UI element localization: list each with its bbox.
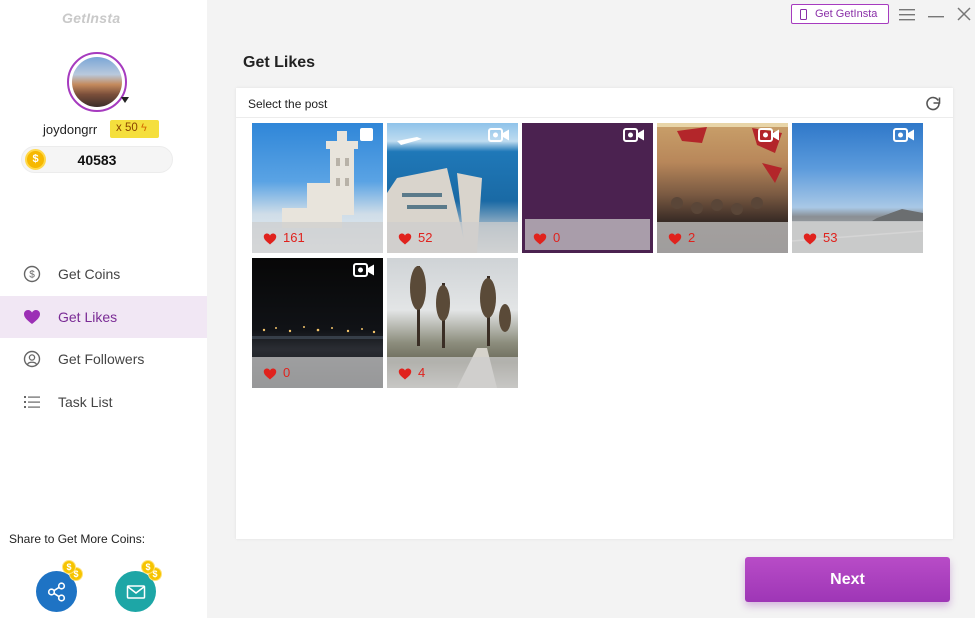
share-title: Share to Get More Coins: — [9, 532, 146, 546]
next-button[interactable]: Next — [745, 557, 950, 602]
close-icon — [957, 7, 971, 21]
post-thumbnail[interactable]: 0 — [252, 258, 383, 388]
nav-item-task-list[interactable]: Task List — [0, 381, 207, 423]
likes-count: 53 — [823, 230, 838, 245]
heart-icon — [533, 233, 547, 245]
post-thumbnail[interactable]: 161 — [252, 123, 383, 253]
level-badge-text: x 50 — [116, 122, 138, 134]
post-thumbnail[interactable]: 4 — [387, 258, 518, 388]
bonus-coins-icon: $ $ — [62, 560, 84, 582]
video-icon — [623, 128, 644, 142]
refresh-icon[interactable] — [924, 94, 942, 112]
coin-circle-icon: $ — [23, 265, 41, 283]
username: joydongrr — [43, 122, 98, 137]
mail-icon — [126, 584, 145, 599]
post-thumbnail[interactable]: 2 — [657, 123, 788, 253]
minimize-button[interactable] — [927, 4, 945, 24]
likes-count: 4 — [418, 365, 426, 380]
nav-item-get-coins[interactable]: $ Get Coins — [0, 253, 207, 295]
bolt-icon: ϟ — [140, 122, 147, 134]
likes-count: 161 — [283, 230, 305, 245]
bonus-coins-icon: $ $ — [141, 560, 163, 582]
likes-count: 2 — [688, 230, 696, 245]
minimize-icon — [928, 15, 944, 17]
app-logo: GetInsta — [62, 10, 121, 26]
likes-count: 0 — [283, 365, 291, 380]
avatar[interactable] — [67, 52, 127, 112]
close-button[interactable] — [955, 4, 973, 24]
share-icon — [47, 581, 65, 602]
likes-count: 0 — [553, 230, 561, 245]
svg-text:$: $ — [29, 270, 35, 281]
nav-item-label: Get Likes — [58, 309, 118, 325]
get-app-label: Get GetInsta — [815, 8, 878, 20]
panel-header: Select the post — [236, 88, 953, 118]
sidebar: GetInsta joydongrr x 50 ϟ $ 40583 $ Get … — [0, 0, 207, 618]
nav-item-label: Get Coins — [58, 266, 121, 282]
heart-icon — [263, 233, 277, 245]
phone-icon — [800, 8, 807, 20]
level-badge: x 50 ϟ — [110, 120, 159, 138]
post-thumbnail[interactable]: 53 — [792, 123, 923, 253]
list-icon — [23, 393, 41, 411]
get-app-button[interactable]: Get GetInsta — [791, 4, 889, 24]
post-selection-panel: Select the post 161 52 0 2 53 0 4 — [236, 88, 953, 539]
account-dropdown-icon[interactable] — [121, 97, 129, 103]
nav-item-get-likes[interactable]: Get Likes — [0, 296, 207, 338]
video-icon — [353, 263, 374, 277]
video-icon — [488, 128, 509, 142]
heart-icon — [803, 233, 817, 245]
heart-icon — [263, 368, 277, 380]
likes-count: 52 — [418, 230, 433, 245]
heart-icon — [398, 233, 412, 245]
avatar-image — [72, 57, 122, 107]
heart-icon — [398, 368, 412, 380]
post-thumbnail[interactable]: 52 — [387, 123, 518, 253]
nav-item-label: Task List — [58, 394, 113, 410]
video-icon — [893, 128, 914, 142]
heart-icon — [668, 233, 682, 245]
video-icon — [758, 128, 779, 142]
coin-balance: $ 40583 — [21, 146, 173, 173]
multiple-photos-icon — [360, 128, 373, 141]
post-thumbnail[interactable]: 0 — [522, 123, 653, 253]
nav-item-get-followers[interactable]: Get Followers — [0, 338, 207, 380]
page-title: Get Likes — [243, 54, 316, 71]
menu-button[interactable] — [898, 4, 916, 24]
nav-item-label: Get Followers — [58, 351, 145, 367]
panel-title: Select the post — [248, 97, 328, 111]
menu-icon — [899, 8, 915, 20]
coin-balance-value: 40583 — [77, 152, 117, 168]
heart-icon — [23, 308, 41, 326]
user-circle-icon — [23, 350, 41, 368]
